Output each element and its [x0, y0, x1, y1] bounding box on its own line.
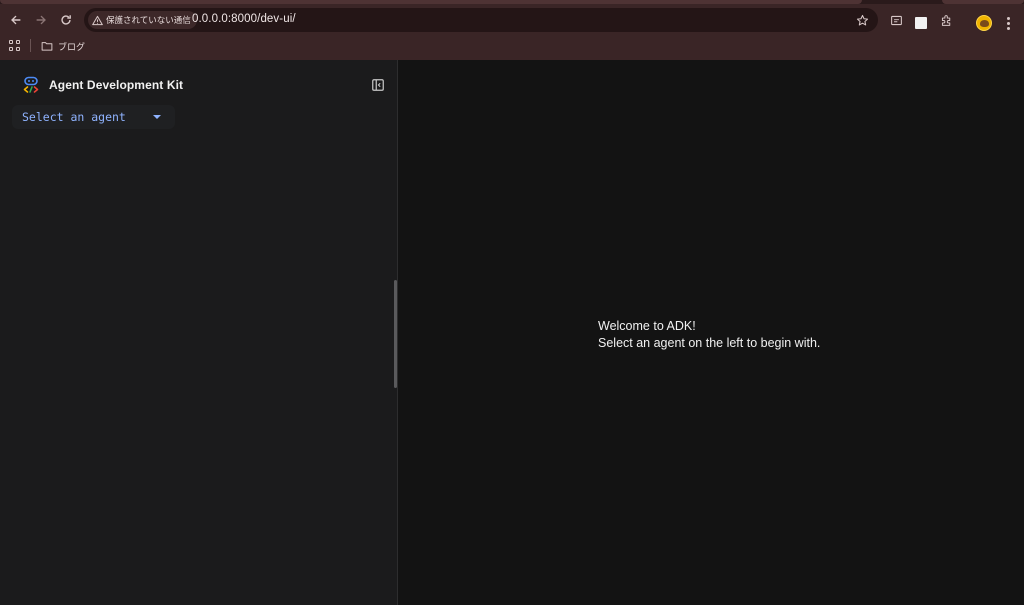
sidebar: Agent Development Kit Select an agent: [0, 60, 398, 605]
app-title: Agent Development Kit: [49, 78, 184, 92]
forward-button[interactable]: [31, 10, 51, 30]
bookmarks-divider: [30, 39, 31, 52]
welcome-message: Welcome to ADK! Select an agent on the l…: [598, 318, 820, 352]
star-icon: [856, 14, 868, 25]
welcome-line-2: Select an agent on the left to begin wit…: [598, 336, 821, 350]
adk-logo-icon: [23, 76, 39, 93]
welcome-line-1: Welcome to ADK!: [598, 319, 696, 333]
folder-icon: [41, 42, 53, 51]
chevron-down-icon: [153, 115, 161, 119]
sidebar-toggle-icon: [372, 79, 384, 91]
bookmark-star-button[interactable]: [854, 12, 870, 28]
bookmark-label: ブログ: [58, 42, 86, 53]
bookmarks-bar: ブログ: [0, 36, 1024, 56]
agent-select[interactable]: Select an agent: [12, 105, 175, 129]
security-chip-label: 保護されていない通信: [106, 16, 191, 26]
reload-button[interactable]: [56, 10, 76, 30]
main-panel: Welcome to ADK! Select an agent on the l…: [398, 60, 1024, 605]
dot-icon: [1006, 21, 1010, 25]
page-icon[interactable]: [915, 17, 927, 29]
bookmark-folder-blog[interactable]: ブログ: [41, 38, 85, 54]
brand: Agent Development Kit: [22, 76, 183, 94]
browser-frame: 保護されていない通信 0.0.0.0:8000/dev-ui/ ブログ: [0, 0, 1024, 60]
warning-icon: [92, 15, 103, 25]
profile-avatar[interactable]: [976, 15, 992, 31]
apps-grid-icon[interactable]: [9, 40, 20, 51]
agent-select-value: Select an agent: [22, 110, 126, 124]
collapse-sidebar-button[interactable]: [370, 77, 386, 93]
cast-icon: [890, 15, 902, 25]
dot-icon: [1006, 26, 1010, 30]
cast-button[interactable]: [888, 12, 904, 28]
extensions-button[interactable]: [938, 12, 954, 28]
reload-icon: [61, 15, 71, 25]
browser-toolbar: 保護されていない通信 0.0.0.0:8000/dev-ui/: [0, 4, 1024, 36]
url-text[interactable]: 0.0.0.0:8000/dev-ui/: [192, 13, 296, 25]
adk-app: Agent Development Kit Select an agent We…: [0, 60, 1024, 605]
puzzle-icon: [941, 14, 950, 26]
arrow-left-icon: [11, 15, 21, 25]
arrow-right-icon: [36, 15, 46, 25]
dot-icon: [1006, 16, 1010, 20]
address-bar[interactable]: 保護されていない通信 0.0.0.0:8000/dev-ui/: [84, 8, 878, 32]
sidebar-resize-handle[interactable]: [394, 280, 397, 388]
back-button[interactable]: [6, 10, 26, 30]
browser-menu-button[interactable]: [1002, 14, 1014, 32]
security-chip[interactable]: 保護されていない通信: [88, 11, 197, 29]
